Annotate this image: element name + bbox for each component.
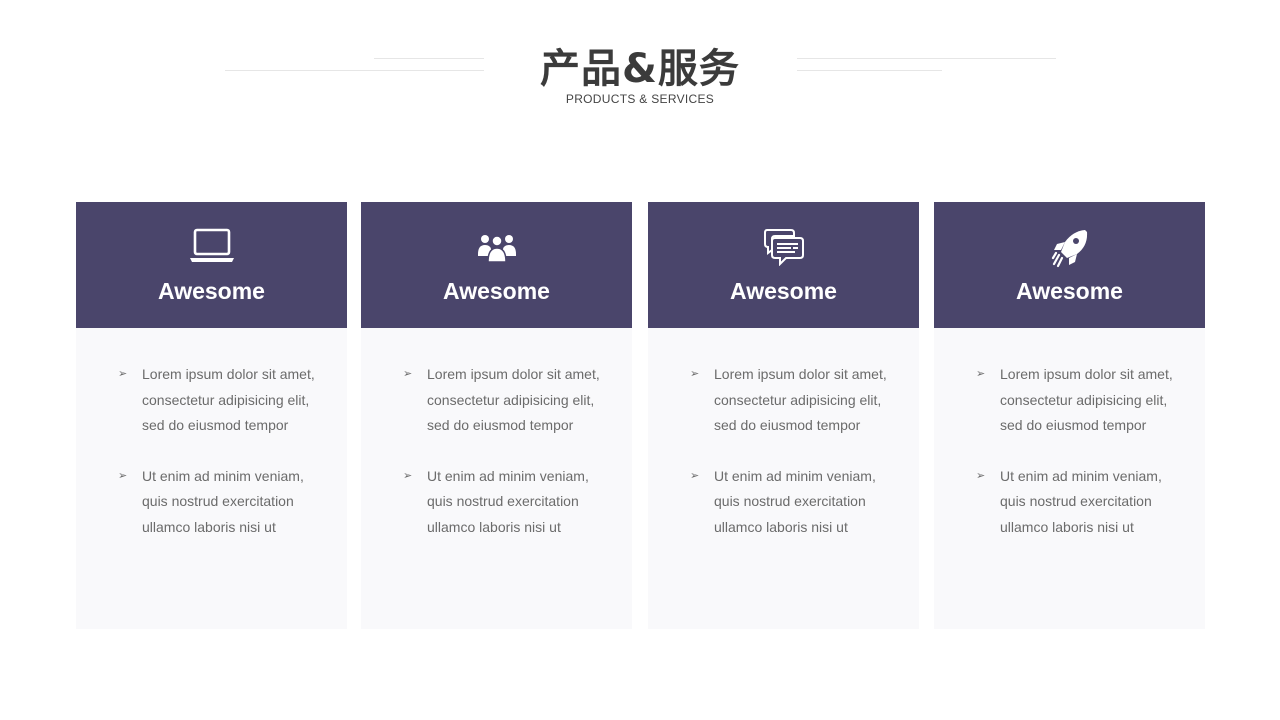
- arrow-icon: ➢: [403, 368, 413, 380]
- bullet-list: ➢ Lorem ipsum dolor sit amet, consectetur…: [118, 362, 318, 565]
- arrow-icon: ➢: [118, 368, 128, 380]
- list-item: ➢ Ut enim ad minim veniam, quis nostrud e…: [690, 464, 890, 541]
- card-title: Awesome: [730, 278, 837, 304]
- service-card-3: Awesome ➢ Lorem ipsum dolor sit amet, con…: [648, 202, 919, 629]
- list-item: ➢ Lorem ipsum dolor sit amet, consectetur…: [118, 362, 318, 439]
- divider-line: [374, 58, 484, 59]
- bullet-list: ➢ Lorem ipsum dolor sit amet, consectetur…: [690, 362, 890, 565]
- list-item: ➢ Lorem ipsum dolor sit amet, consectetur…: [690, 362, 890, 439]
- list-item: ➢ Lorem ipsum dolor sit amet, consectetur…: [976, 362, 1176, 439]
- card-header: Awesome: [934, 202, 1205, 328]
- arrow-icon: ➢: [976, 469, 986, 482]
- page-title: 产品&服务: [540, 46, 740, 92]
- list-item: ➢ Lorem ipsum dolor sit amet, consectetur…: [403, 362, 603, 439]
- list-item: ➢ Ut enim ad minim veniam, quis nostrud e…: [403, 464, 603, 541]
- service-card-2: Awesome ➢ Lorem ipsum dolor sit amet, con…: [361, 202, 632, 629]
- arrow-icon: ➢: [403, 469, 413, 482]
- service-card-4: Awesome ➢ Lorem ipsum dolor sit amet, con…: [934, 202, 1205, 629]
- bullet-list: ➢ Lorem ipsum dolor sit amet, consectetur…: [976, 362, 1176, 565]
- divider-line: [797, 70, 942, 71]
- list-item: ➢ Ut enim ad minim veniam, quis nostrud e…: [976, 464, 1176, 541]
- divider-line: [797, 58, 1056, 59]
- card-title: Awesome: [443, 278, 550, 304]
- card-title: Awesome: [158, 278, 265, 304]
- arrow-icon: ➢: [976, 368, 986, 380]
- list-item: ➢ Ut enim ad minim veniam, quis nostrud e…: [118, 464, 318, 541]
- chat-icon: [648, 228, 919, 266]
- rocket-icon: [934, 228, 1205, 268]
- service-card-1: Awesome ➢ Lorem ipsum dolor sit amet, con…: [76, 202, 347, 629]
- divider-line: [225, 70, 484, 71]
- laptop-icon: [76, 228, 347, 264]
- bullet-list: ➢ Lorem ipsum dolor sit amet, consectetur…: [403, 362, 603, 565]
- page-subtitle: PRODUCTS & SERVICES: [565, 92, 715, 106]
- arrow-icon: ➢: [118, 469, 128, 482]
- card-header: Awesome: [361, 202, 632, 328]
- card-header: Awesome: [76, 202, 347, 328]
- card-title: Awesome: [1016, 278, 1123, 304]
- team-icon: [361, 228, 632, 264]
- arrow-icon: ➢: [690, 469, 700, 482]
- card-header: Awesome: [648, 202, 919, 328]
- slide: 产品&服务 PRODUCTS & SERVICES Awesome ➢ Lorem…: [0, 0, 1280, 720]
- arrow-icon: ➢: [690, 368, 700, 380]
